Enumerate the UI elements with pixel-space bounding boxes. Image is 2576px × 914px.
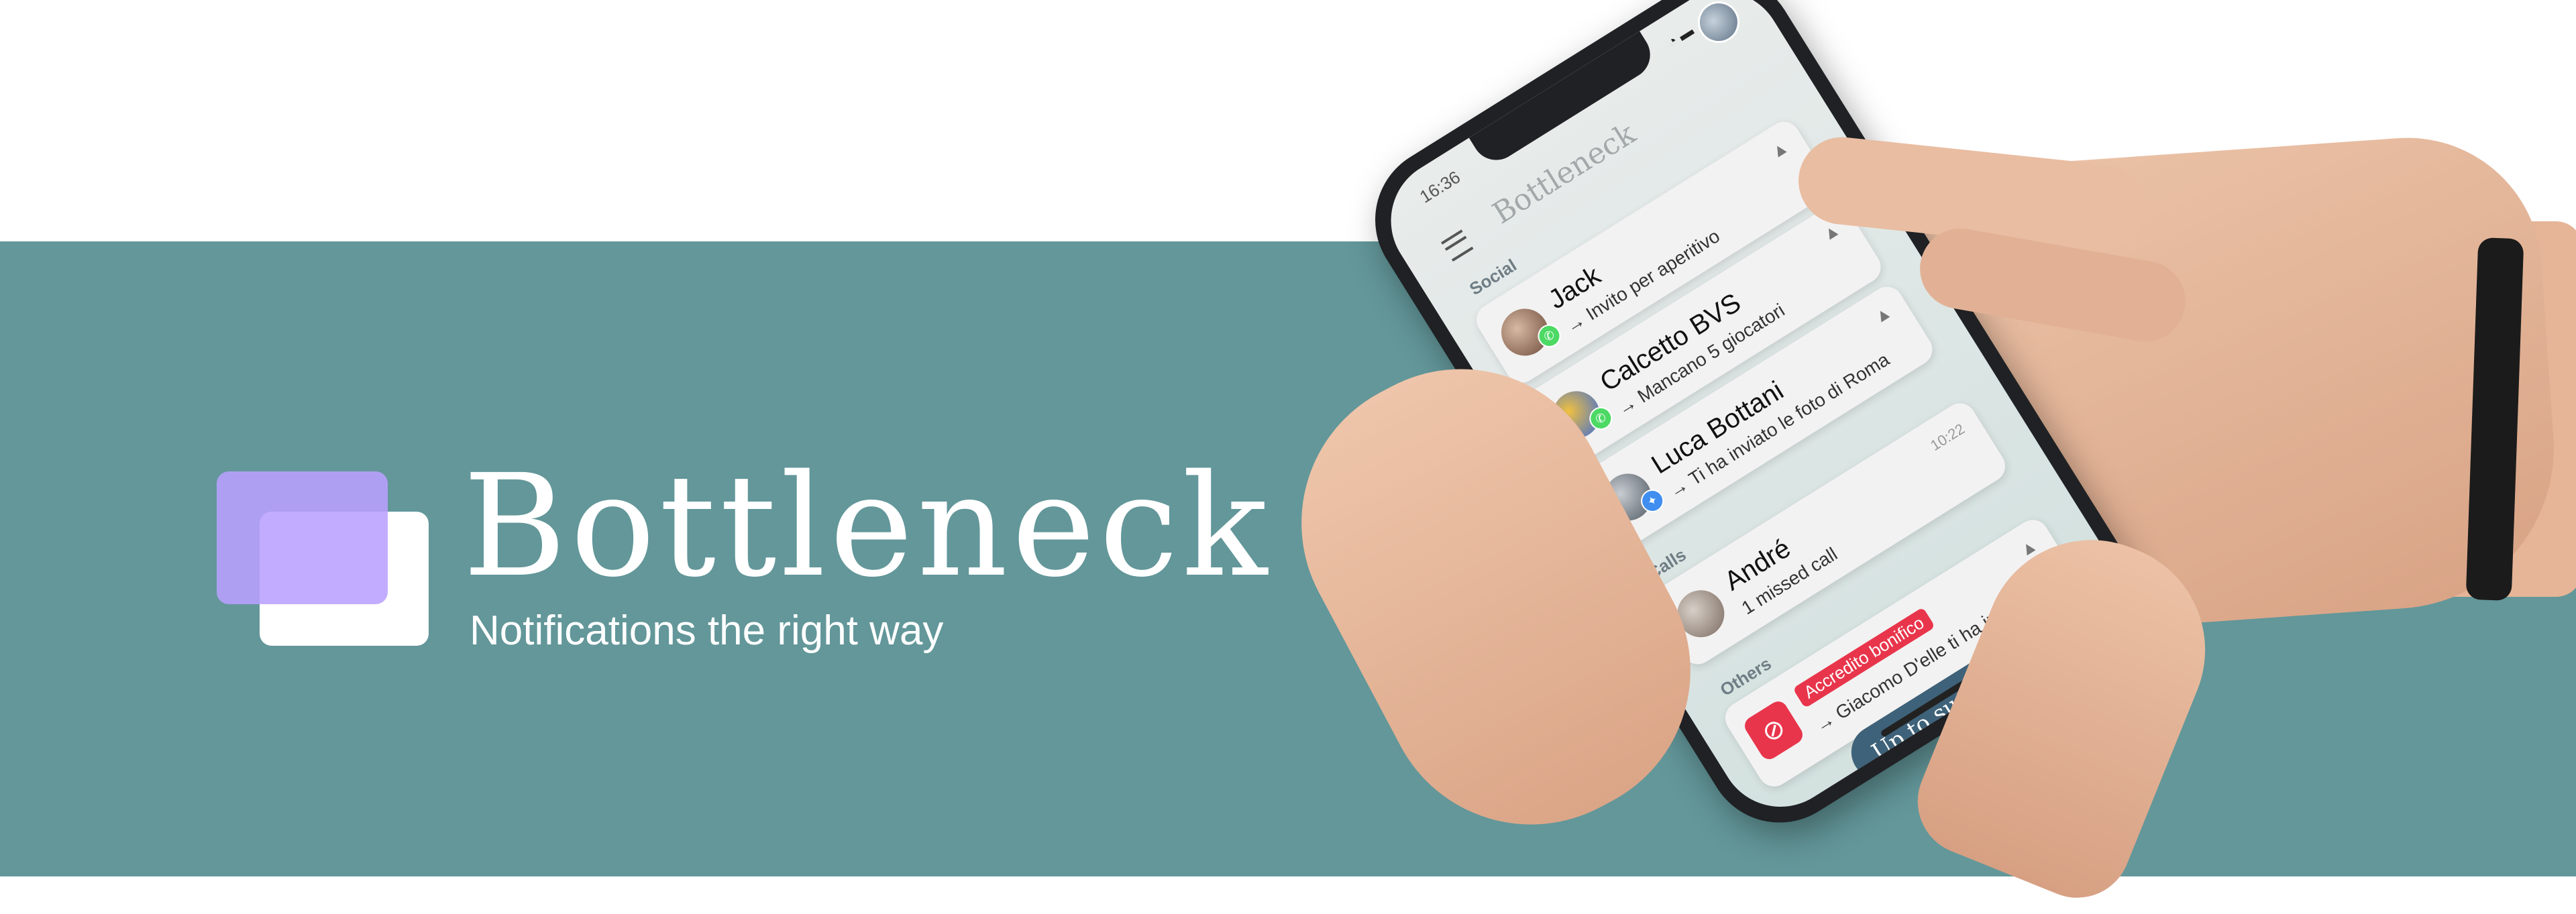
logo-front-card — [217, 471, 388, 604]
profile-avatar[interactable] — [1690, 0, 1748, 51]
status-icons: ◔ ▬ — [1664, 21, 1697, 51]
bank-icon: ⊘ — [1741, 697, 1807, 763]
brand-subtitle: Notifications the right way — [470, 608, 944, 654]
notification-time: 10:22 — [1927, 420, 1968, 454]
menu-icon[interactable] — [1440, 229, 1474, 262]
chevron-up-icon[interactable]: ▲ — [1767, 136, 1792, 163]
chevron-up-icon[interactable]: ▲ — [1870, 301, 1895, 328]
status-time: 16:36 — [1415, 166, 1464, 207]
brand-title: Bottleneck — [463, 444, 1272, 608]
bottleneck-logo-icon — [217, 471, 431, 646]
